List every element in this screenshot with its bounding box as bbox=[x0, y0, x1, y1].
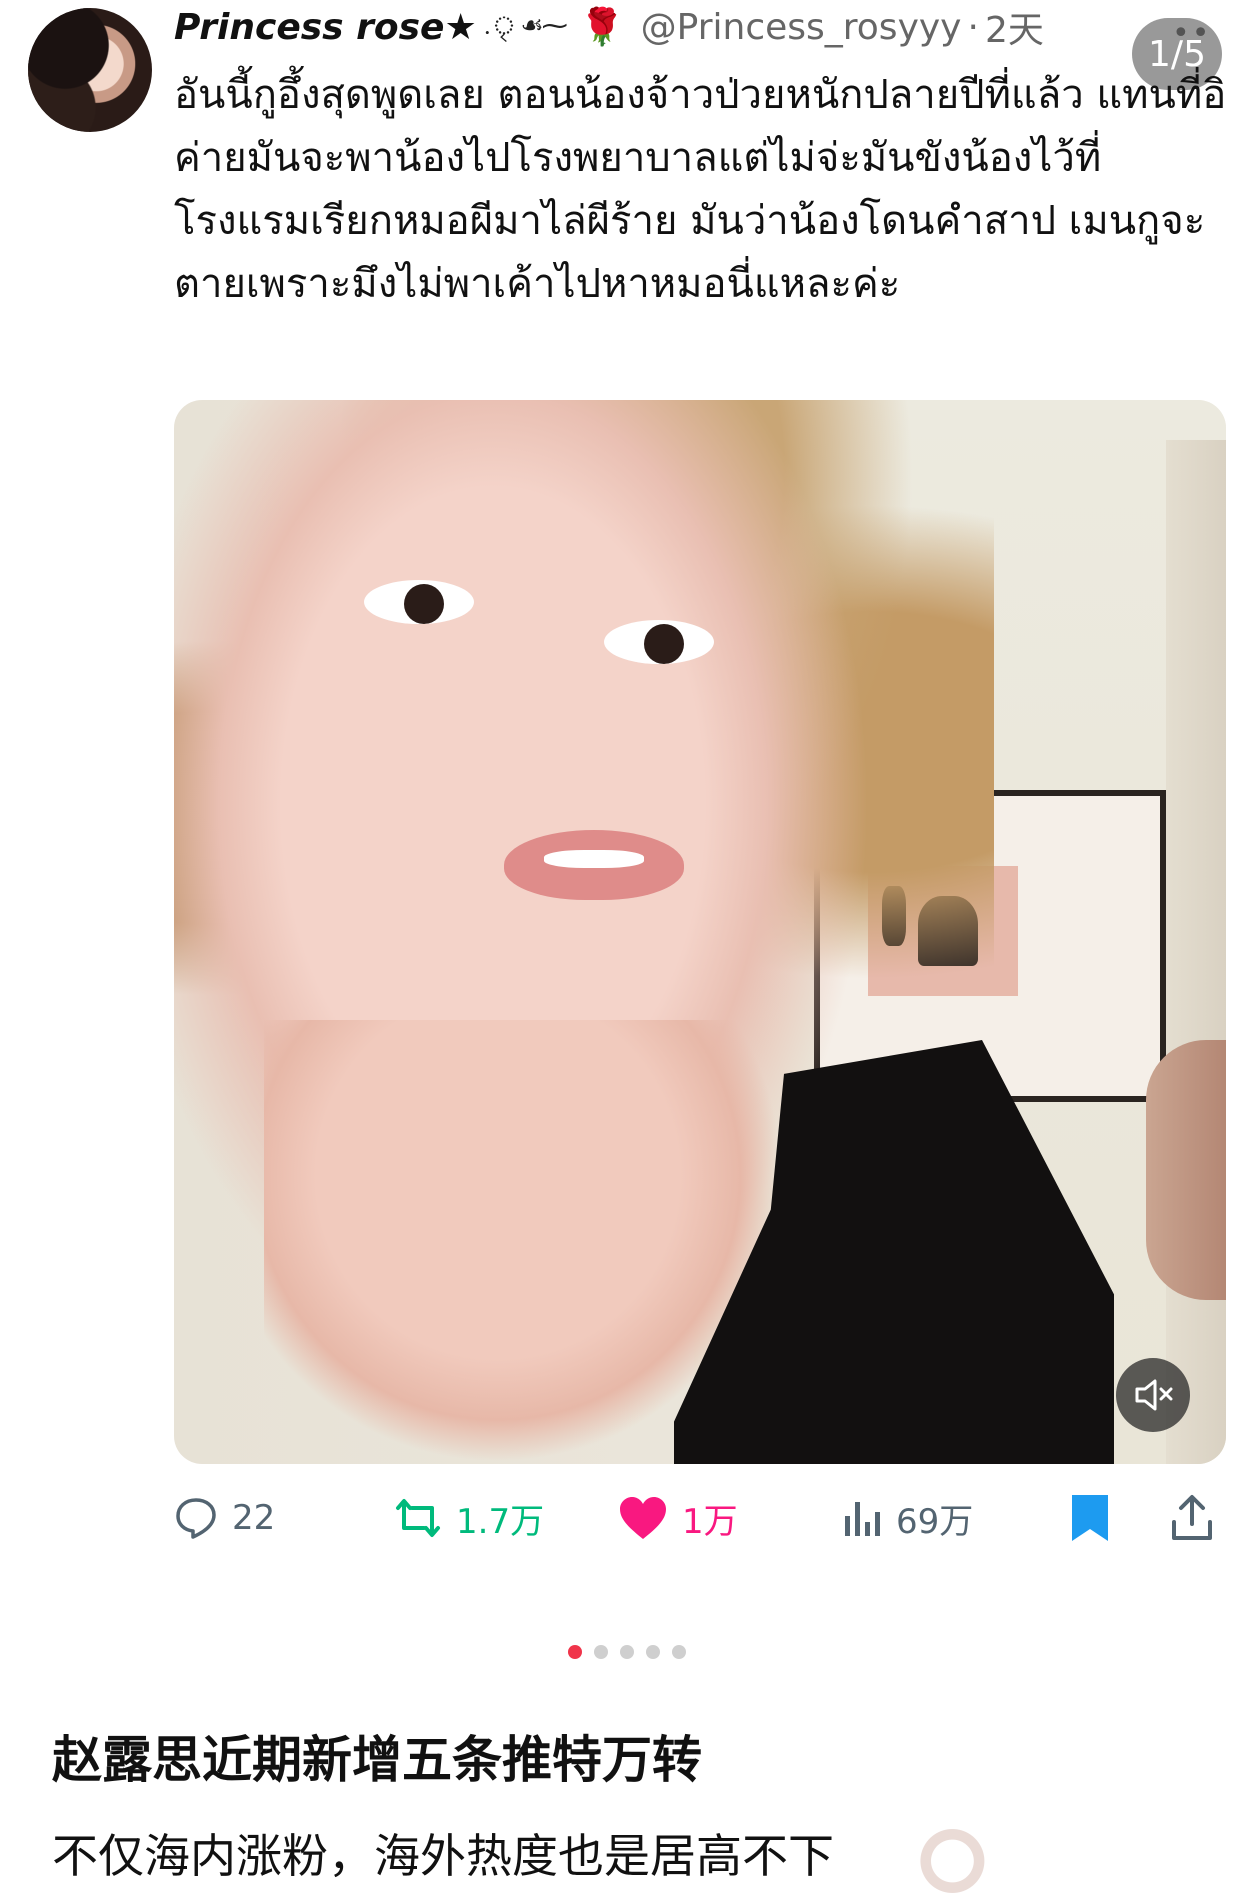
carousel-dot[interactable] bbox=[568, 1645, 582, 1659]
separator: · bbox=[967, 6, 979, 48]
views-icon bbox=[842, 1498, 882, 1538]
right-eye bbox=[604, 620, 714, 664]
curtain bbox=[1166, 440, 1226, 1464]
tweet-video[interactable] bbox=[174, 400, 1226, 1464]
carousel-indicator bbox=[568, 1645, 686, 1659]
name-decoration: .ৃ ☙⁓ bbox=[482, 11, 568, 41]
heart-icon bbox=[618, 1495, 668, 1541]
reply-button[interactable]: 22 bbox=[174, 1488, 275, 1548]
avatar[interactable] bbox=[28, 8, 152, 132]
views-button[interactable]: 69万 bbox=[842, 1488, 973, 1548]
sticker-icon bbox=[920, 1826, 992, 1896]
views-count: 69万 bbox=[896, 1501, 974, 1542]
chair bbox=[1146, 1040, 1226, 1300]
display-name[interactable]: Princess rose★ bbox=[174, 7, 477, 48]
like-button[interactable]: 1万 bbox=[618, 1488, 738, 1548]
carousel-dot[interactable] bbox=[646, 1645, 660, 1659]
tweet-actions: 22 1.7万 1万 69万 bbox=[174, 1488, 1234, 1548]
timestamp: 2天 bbox=[984, 10, 1044, 51]
carousel-dot[interactable] bbox=[672, 1645, 686, 1659]
reply-icon bbox=[174, 1496, 218, 1540]
bookmark-icon bbox=[1070, 1493, 1110, 1543]
retweet-button[interactable]: 1.7万 bbox=[394, 1488, 544, 1548]
reply-count: 22 bbox=[232, 1498, 276, 1538]
tweet-header: Princess rose★ .ৃ ☙⁓ 🌹 @Princess_rosyyy … bbox=[174, 2, 1044, 52]
mute-icon[interactable] bbox=[1116, 1358, 1190, 1432]
left-eye bbox=[364, 580, 474, 624]
like-count: 1万 bbox=[682, 1501, 738, 1542]
carousel-dot[interactable] bbox=[594, 1645, 608, 1659]
retweet-icon bbox=[394, 1496, 442, 1540]
bookmark-button[interactable] bbox=[1070, 1488, 1110, 1548]
retweet-count: 1.7万 bbox=[456, 1501, 545, 1542]
tweet-text: อันนี้กูอึ้งสุดพูดเลย ตอนน้องจ้าวป่วยหนั… bbox=[174, 72, 1227, 307]
user-handle[interactable]: @Princess_rosyyy bbox=[641, 7, 962, 48]
lips bbox=[504, 830, 684, 900]
share-icon bbox=[1170, 1494, 1214, 1542]
share-button[interactable] bbox=[1170, 1488, 1214, 1548]
post-subline: 不仅海内涨粉，海外热度也是居高不下 bbox=[52, 1829, 834, 1883]
carousel-dot[interactable] bbox=[620, 1645, 634, 1659]
text-fade bbox=[990, 1826, 1260, 1902]
post-headline: 赵露思近期新增五条推特万转 bbox=[52, 1731, 702, 1789]
rose-icon: 🌹 bbox=[579, 7, 625, 48]
